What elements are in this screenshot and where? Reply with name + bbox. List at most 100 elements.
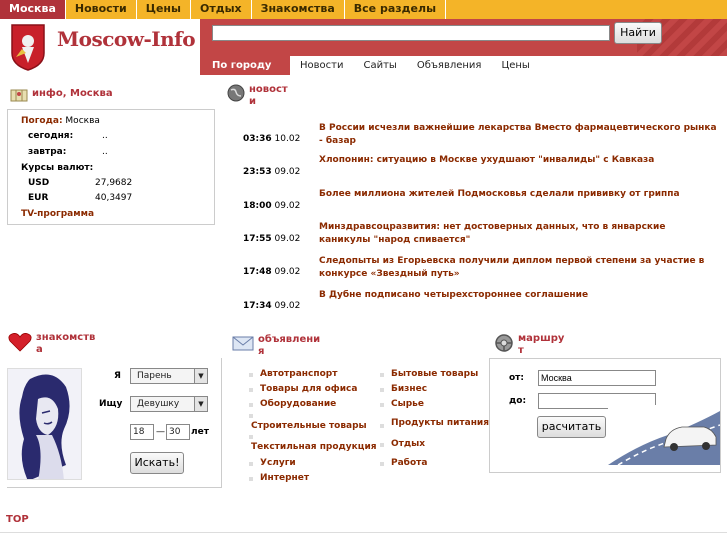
ad-category-link[interactable]: Строительные товары (251, 421, 367, 431)
news-time: 23:53 09.02 (243, 167, 301, 177)
moscow-emblem-icon (11, 24, 45, 71)
topnav-moscow[interactable]: Москва (0, 0, 66, 19)
ad-category-link[interactable]: Сырье (391, 399, 424, 409)
dating-photo[interactable] (7, 368, 82, 480)
ad-category-link[interactable]: Товары для офиса (260, 384, 357, 394)
topnav-all-sections[interactable]: Все разделы (345, 0, 447, 19)
usd-label: USD (28, 178, 50, 188)
news-item-link[interactable]: Следопыты из Егорьевска получили диплом … (319, 255, 719, 281)
today-label: сегодня: (28, 131, 74, 141)
tab-ads[interactable]: Объявления (407, 56, 492, 75)
route-title-wrap: т (518, 345, 524, 356)
weather-link[interactable]: Погода: (21, 116, 63, 126)
tab-prices[interactable]: Цены (491, 56, 539, 75)
news-item-link[interactable]: Минздравсоцразвития: нет достоверных дан… (319, 221, 719, 247)
news-time: 17:34 09.02 (243, 301, 301, 311)
news-header: новост и (227, 84, 288, 108)
news-item-link[interactable]: Хлопонин: ситуацию в Москве ухудшают "ин… (319, 154, 719, 167)
bullet (380, 403, 384, 407)
ad-category-link[interactable]: Продукты питания (391, 418, 489, 428)
logo-text: Moscow-Info (57, 27, 196, 51)
bullet (249, 388, 253, 392)
dating-title: знакомств (36, 332, 96, 343)
search-input[interactable] (212, 25, 610, 41)
globe-icon (227, 84, 245, 102)
bullet (380, 462, 384, 466)
ad-category-link[interactable]: Текстильная продукция (251, 442, 377, 452)
weather-city: Москва (65, 116, 100, 126)
eur-label: EUR (28, 193, 49, 203)
ads-title-wrap: я (258, 346, 265, 357)
ad-category-link[interactable]: Работа (391, 458, 427, 468)
ad-category-link[interactable]: Оборудование (260, 399, 336, 409)
news-item-link[interactable]: Более миллиона жителей Подмосковья сдела… (319, 188, 719, 201)
header: Moscow-Info Найти По городу Новости Сайт… (0, 19, 727, 75)
envelope-icon (232, 336, 254, 351)
years-label: лет (191, 427, 209, 437)
woman-portrait-icon (8, 369, 81, 479)
bullet (380, 443, 384, 447)
news-time: 17:48 09.02 (243, 267, 301, 277)
age-from-input[interactable]: 18 (130, 424, 154, 440)
ads-header: объявлени я (232, 334, 320, 358)
bullet (380, 424, 384, 428)
news-item-link[interactable]: В России исчезли важнейшие лекарства Вме… (319, 122, 719, 148)
bullet (249, 462, 253, 466)
dating-search-button[interactable]: Искать! (130, 452, 184, 474)
tomorrow-value: .. (102, 147, 108, 157)
bullet (380, 388, 384, 392)
map-icon (10, 89, 28, 102)
news-title: новост (249, 84, 288, 95)
age-to-input[interactable]: 30 (166, 424, 190, 440)
topnav-prices[interactable]: Цены (137, 0, 191, 19)
ad-category-link[interactable]: Интернет (260, 473, 309, 483)
logo[interactable]: Moscow-Info (0, 19, 200, 75)
chevron-down-icon: ▼ (194, 369, 207, 383)
chevron-down-icon: ▼ (194, 397, 207, 411)
steering-wheel-icon (495, 334, 513, 352)
ad-category-link[interactable]: Отдых (391, 439, 425, 449)
i-gender-select[interactable]: Парень ▼ (130, 368, 208, 384)
seek-gender-select[interactable]: Девушку ▼ (130, 396, 208, 412)
bullet (249, 414, 253, 418)
seek-label: Ищу (99, 399, 123, 409)
rates-label: Курсы валют: (21, 163, 94, 173)
news-time: 18:00 09.02 (243, 201, 301, 211)
from-label: от: (509, 373, 524, 383)
ad-category-link[interactable]: Бытовые товары (391, 369, 478, 379)
top-nav: Москва Новости Цены Отдых Знакомства Все… (0, 0, 727, 19)
news-item-link[interactable]: В Дубне подписано четырехстороннее согла… (319, 289, 719, 302)
route-from-input[interactable] (538, 370, 656, 386)
news-time: 17:55 09.02 (243, 234, 301, 244)
info-title: инфо, Москва (32, 88, 113, 99)
tv-program-link[interactable]: TV-программа (21, 209, 94, 219)
topnav-dating[interactable]: Знакомства (252, 0, 345, 19)
tab-city[interactable]: По городу (200, 56, 290, 75)
news-time: 03:36 10.02 (243, 134, 301, 144)
ad-category-link[interactable]: Услуги (260, 458, 296, 468)
route-calculate-button[interactable]: расчитать (537, 416, 606, 438)
info-box: Погода: Москва сегодня: .. завтра: .. Ку… (7, 109, 215, 225)
bullet (249, 477, 253, 481)
topnav-leisure[interactable]: Отдых (191, 0, 252, 19)
ad-category-link[interactable]: Автотранспорт (260, 369, 337, 379)
bullet (380, 373, 384, 377)
tab-sites[interactable]: Сайты (353, 56, 406, 75)
search-button[interactable]: Найти (614, 22, 662, 44)
sub-nav: По городу Новости Сайты Объявления Цены (200, 56, 727, 75)
route-title: маршру (518, 333, 565, 344)
top-section-label: TOP (6, 514, 29, 525)
topnav-news[interactable]: Новости (66, 0, 137, 19)
ad-category-link[interactable]: Бизнес (391, 384, 427, 394)
age-dash: — (156, 427, 165, 437)
tab-news[interactable]: Новости (290, 56, 353, 75)
today-value: .. (102, 131, 108, 141)
bullet (249, 435, 253, 439)
bullet (249, 403, 253, 407)
usd-value: 27,9682 (95, 178, 133, 188)
dating-header: знакомств а (8, 332, 95, 356)
dating-title-wrap: а (36, 344, 43, 355)
tomorrow-label: завтра: (28, 147, 67, 157)
bullet (249, 373, 253, 377)
route-header: маршру т (494, 333, 564, 357)
